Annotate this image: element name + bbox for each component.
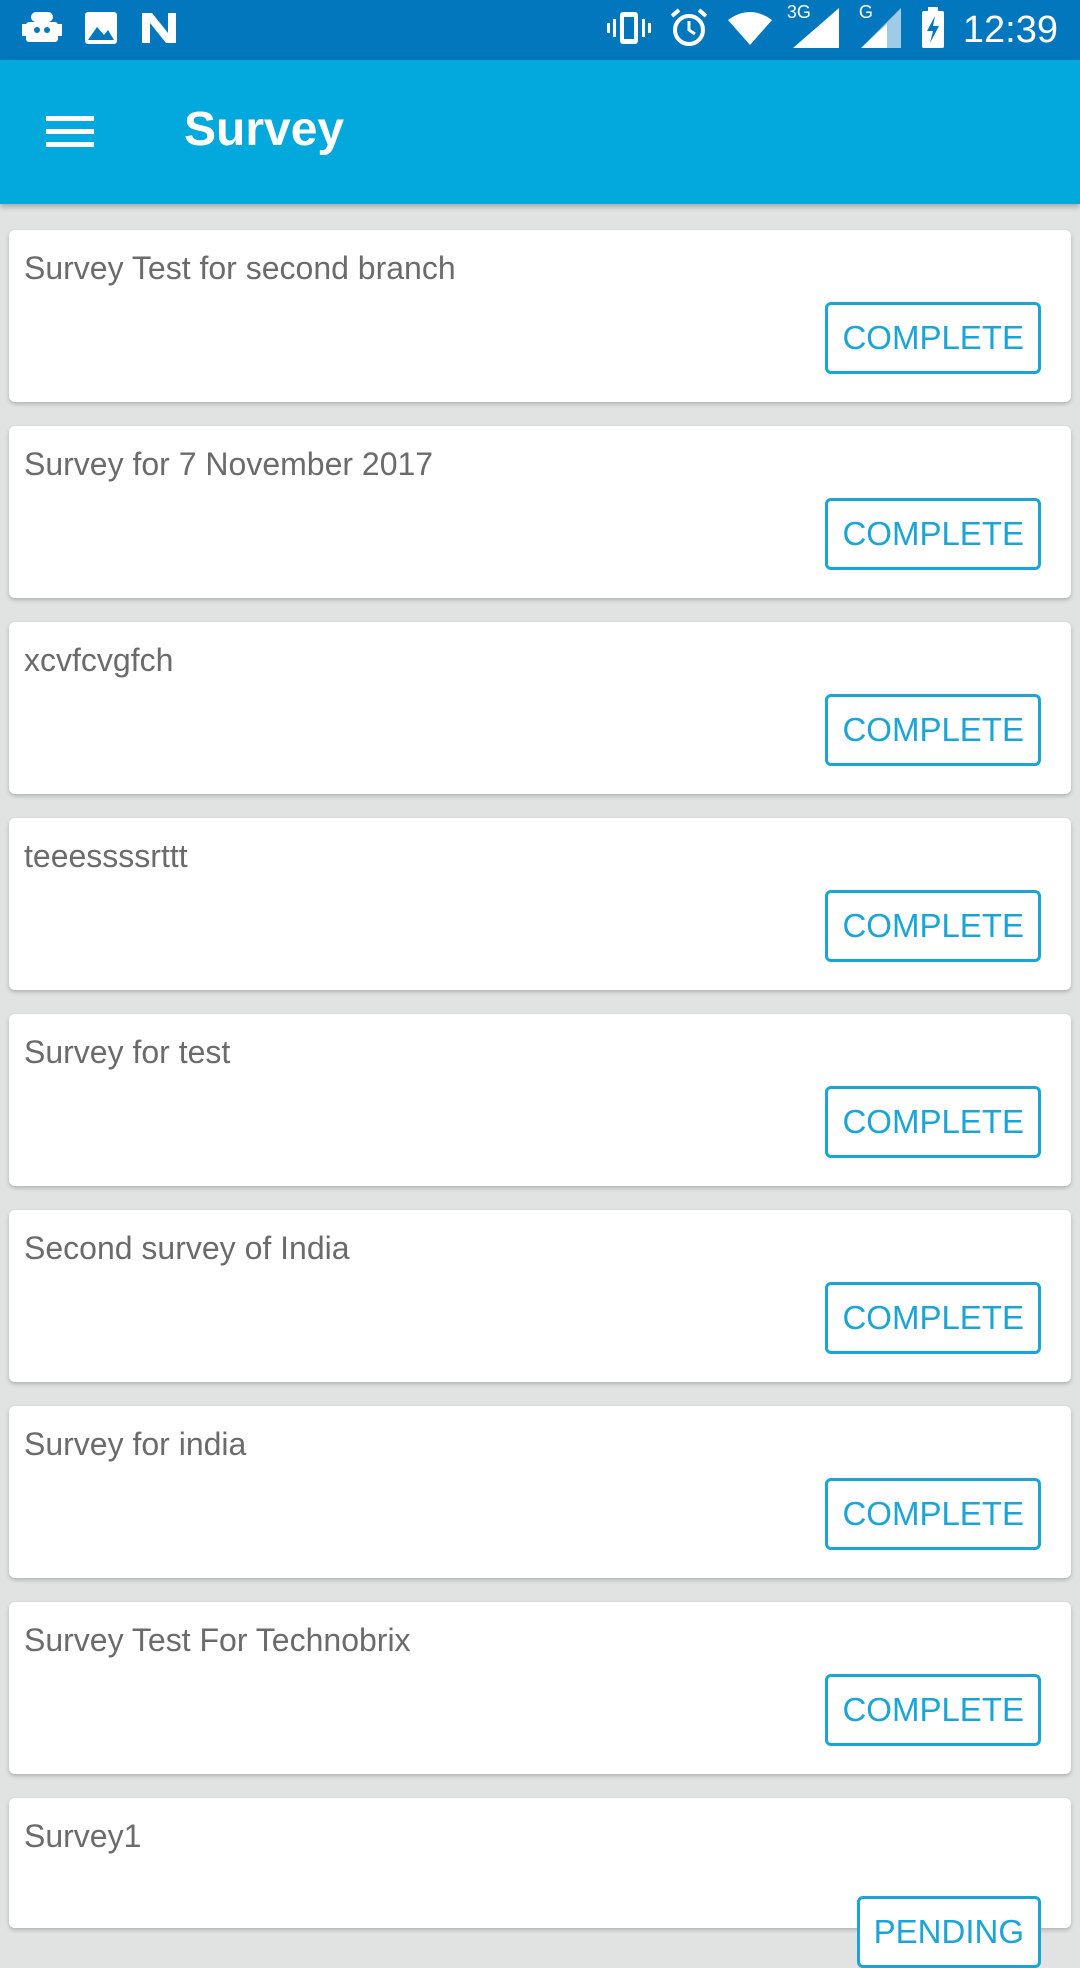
survey-title: Survey1 [24, 1818, 142, 1854]
survey-title: xcvfcvgfch [24, 642, 174, 678]
survey-title: teeessssrttt [24, 838, 188, 874]
wifi-icon [727, 10, 773, 51]
notification-icons [22, 8, 200, 52]
menu-bar-line [46, 116, 94, 121]
survey-card[interactable]: Survey1 PENDING [9, 1798, 1071, 1968]
menu-bar-line [46, 129, 94, 134]
n-logo-icon [140, 11, 178, 50]
survey-card[interactable]: Survey for 7 November 2017 COMPLETE [9, 426, 1071, 598]
survey-card[interactable]: teeessssrttt COMPLETE [9, 818, 1071, 990]
page-title: Survey [184, 103, 345, 156]
survey-title: Survey Test for second branch [24, 250, 456, 286]
system-icons: 3G G 12:39 [589, 2, 1058, 55]
hamburger-menu-icon[interactable] [40, 104, 102, 160]
survey-title: Survey Test For Technobrix [24, 1622, 411, 1658]
complete-button[interactable]: COMPLETE [825, 1282, 1041, 1354]
android-robot-icon [22, 10, 62, 51]
survey-card[interactable]: Survey Test For Technobrix COMPLETE [9, 1602, 1071, 1774]
complete-button[interactable]: COMPLETE [825, 498, 1041, 570]
signal-3g-icon: 3G [787, 2, 841, 55]
menu-bar-line [46, 142, 94, 147]
image-icon [84, 11, 118, 50]
complete-button[interactable]: COMPLETE [825, 302, 1041, 374]
survey-card[interactable]: xcvfcvgfch COMPLETE [9, 622, 1071, 794]
clock-time: 12:39 [962, 8, 1058, 51]
vibrate-icon [606, 8, 651, 53]
complete-button[interactable]: COMPLETE [825, 694, 1041, 766]
survey-card[interactable]: Survey for test COMPLETE [9, 1014, 1071, 1186]
survey-title: Survey for 7 November 2017 [24, 446, 434, 482]
pending-button[interactable]: PENDING [856, 1896, 1041, 1968]
survey-title: Survey for test [24, 1034, 231, 1070]
signal-g-icon: G [859, 2, 903, 55]
status-bar: 3G G 12:39 [0, 0, 1080, 60]
survey-title: Second survey of India [24, 1230, 350, 1266]
survey-title: Survey for india [24, 1426, 247, 1462]
complete-button[interactable]: COMPLETE [825, 1674, 1041, 1746]
survey-card[interactable]: Survey Test for second branch COMPLETE [9, 230, 1071, 402]
survey-card[interactable]: Survey for india COMPLETE [9, 1406, 1071, 1578]
network-g-label: G [858, 1, 873, 22]
complete-button[interactable]: COMPLETE [825, 1478, 1041, 1550]
complete-button[interactable]: COMPLETE [825, 1086, 1041, 1158]
survey-card[interactable]: Second survey of India COMPLETE [9, 1210, 1071, 1382]
network-3g-label: 3G [786, 1, 811, 22]
complete-button[interactable]: COMPLETE [825, 890, 1041, 962]
alarm-icon [669, 7, 709, 53]
app-bar: Survey [0, 60, 1080, 204]
battery-charging-icon [921, 6, 945, 54]
